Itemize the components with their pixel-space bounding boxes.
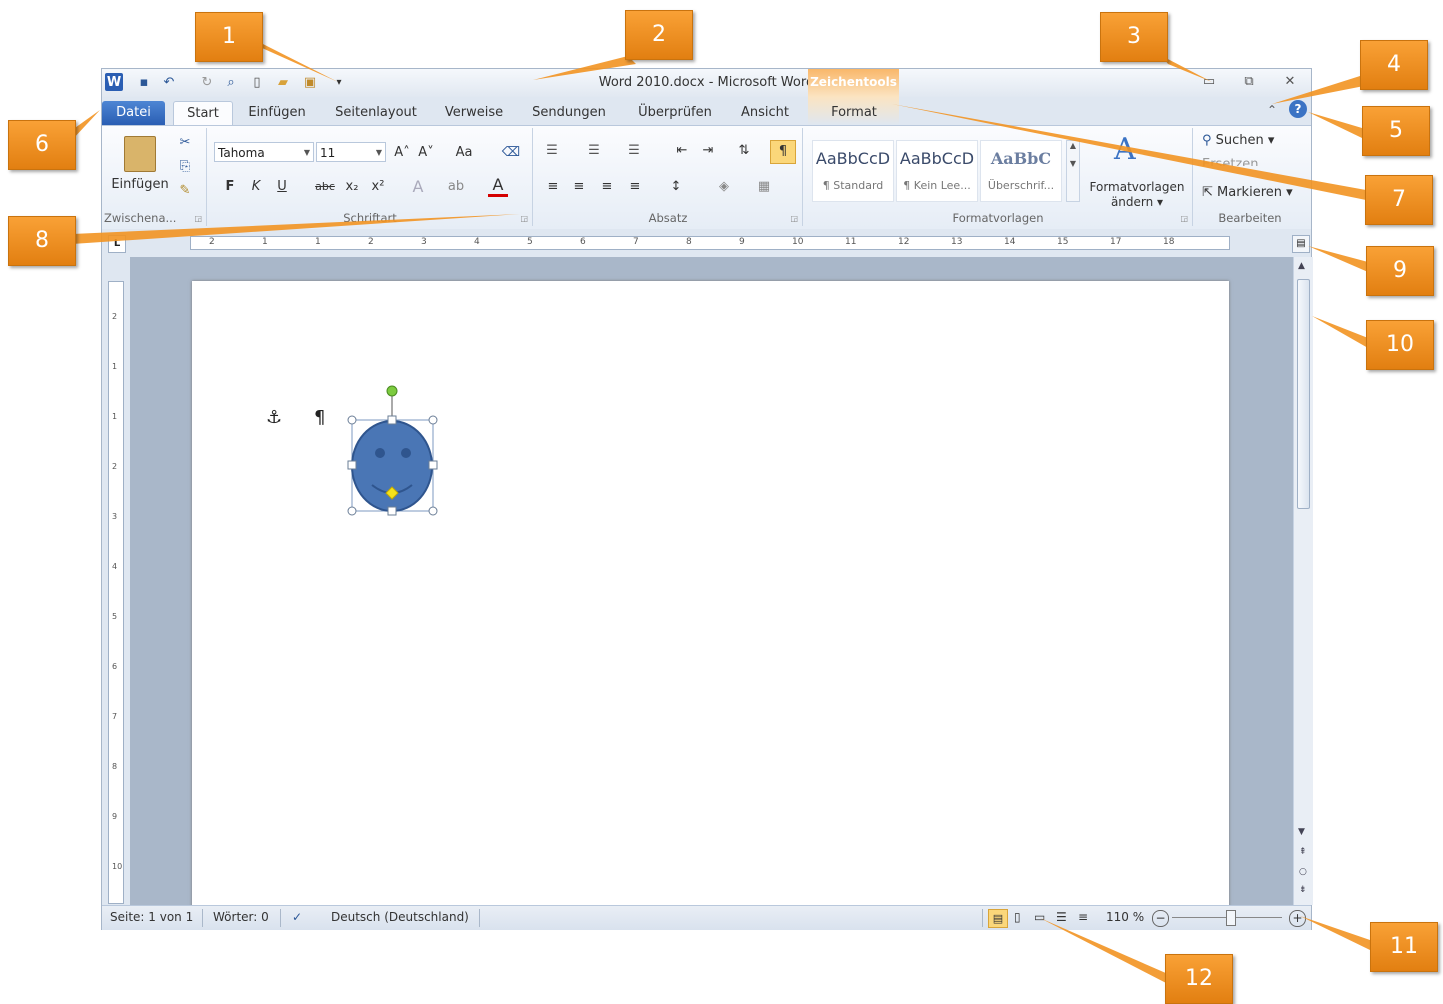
callout-12: 12 <box>1165 954 1233 1004</box>
callout-6: 6 <box>8 120 76 170</box>
callout-2: 2 <box>625 10 693 60</box>
callout-4: 4 <box>1360 40 1428 90</box>
callout-1: 1 <box>195 12 263 62</box>
callout-8: 8 <box>8 216 76 266</box>
callout-7: 7 <box>1365 175 1433 225</box>
callout-3: 3 <box>1100 12 1168 62</box>
callout-10: 10 <box>1366 320 1434 370</box>
callout-9: 9 <box>1366 246 1434 296</box>
callout-pointers <box>72 40 1370 984</box>
callout-11: 11 <box>1370 922 1438 972</box>
callout-5: 5 <box>1362 106 1430 156</box>
